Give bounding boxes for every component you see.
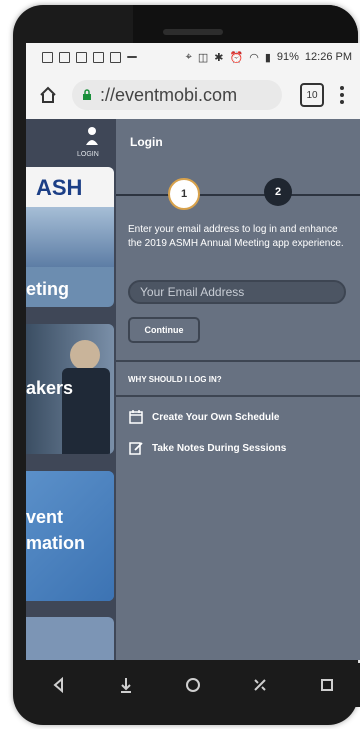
card-event-info[interactable]: vent mation <box>26 471 114 601</box>
alarm-icon: ⏰ <box>229 51 244 64</box>
step-2-label: 2 <box>274 186 282 198</box>
email-placeholder: Your Email Address <box>140 285 245 299</box>
login-instruction: Enter your email address to log in and e… <box>128 224 344 249</box>
user-icon <box>86 127 98 145</box>
square-icon[interactable] <box>316 674 338 696</box>
benefit-schedule-text: Create Your Own Schedule <box>152 411 280 423</box>
device-screen: ⌖ ◫ ✱ ⏰ ◠ ▮ 91% 12:26 PM ://eventmobi.co… <box>26 43 360 660</box>
login-mini-label: LOGIN <box>77 151 99 158</box>
messenger-icon <box>93 51 104 63</box>
system-navbar <box>26 663 360 707</box>
download-icon[interactable] <box>115 674 137 696</box>
card-meeting[interactable]: ASH eting <box>26 167 114 307</box>
time-text: 12:26 PM <box>304 51 352 63</box>
messenger-icon <box>76 51 87 63</box>
home-icon[interactable] <box>34 81 62 109</box>
dash-icon <box>127 55 137 58</box>
why-login-title: WHY SHOULD I LOG IN? <box>128 375 222 384</box>
step-1: 1 <box>168 178 200 210</box>
back-icon-svg <box>53 676 64 694</box>
status-bar: ⌖ ◫ ✱ ⏰ ◠ ▮ 91% 12:26 PM <box>26 43 360 71</box>
card-label-3a: vent <box>26 507 64 527</box>
status-right-icons: ⌖ ◫ ✱ ⏰ ◠ ▮ 91% 12:26 PM <box>186 51 352 64</box>
tools-icon-svg <box>254 679 266 691</box>
email-input[interactable]: Your Email Address <box>128 280 346 304</box>
nfc-icon: ◫ <box>197 51 209 64</box>
login-panel: Login 1 2 Enter your email address to lo… <box>116 119 360 660</box>
benefit-notes: Take Notes During Sessions <box>128 440 286 456</box>
card-speakers[interactable]: akers <box>26 324 114 454</box>
browser-address-bar: ://eventmobi.com 10 <box>26 71 360 119</box>
speaker-grille <box>163 29 223 35</box>
facebook-icon <box>42 51 53 63</box>
status-left-icons <box>42 51 137 63</box>
url-bar[interactable]: ://eventmobi.com <box>72 80 282 110</box>
home-icon-svg <box>185 678 200 692</box>
menu-dot <box>340 93 344 97</box>
step-2: 2 <box>264 178 292 206</box>
card-label-2: akers <box>26 378 74 398</box>
card-label-3b: mation <box>26 533 86 553</box>
signal-icon: ▮ <box>264 51 271 64</box>
benefit-schedule: Create Your Own Schedule <box>128 409 279 425</box>
wifi-icon: ◠ <box>249 51 259 64</box>
logo-text: ASH <box>36 175 83 200</box>
left-panel: LOGIN ASH eting akers vent mation <box>26 119 116 660</box>
calendar-icon <box>110 51 121 63</box>
divider-top <box>116 360 360 362</box>
tabs-icon[interactable]: 10 <box>300 83 324 107</box>
menu-dot <box>340 86 344 90</box>
progress-line <box>116 194 360 196</box>
lock-icon <box>83 89 91 100</box>
home-icon-svg <box>40 86 56 103</box>
benefit-notes-text: Take Notes During Sessions <box>152 442 287 454</box>
continue-button[interactable]: Continue <box>128 317 200 343</box>
menu-dot <box>340 100 344 104</box>
square-icon-svg <box>320 679 333 691</box>
home-icon[interactable] <box>182 674 204 696</box>
card-partial[interactable] <box>26 617 114 660</box>
calendar-icon <box>129 410 143 424</box>
back-icon[interactable] <box>48 674 70 696</box>
battery-text: 91% <box>276 51 299 63</box>
bluetooth-icon: ✱ <box>214 51 224 64</box>
divider-bottom <box>116 395 360 397</box>
left-header[interactable]: LOGIN <box>26 119 116 165</box>
url-text: ://eventmobi.com <box>100 84 238 105</box>
tools-icon[interactable] <box>249 674 271 696</box>
step-1-label: 1 <box>180 188 188 200</box>
login-title: Login <box>130 135 163 149</box>
speaker-head <box>70 340 100 370</box>
menu-icon[interactable] <box>340 86 344 104</box>
card-label-1: eting <box>26 279 69 299</box>
tab-count: 10 <box>306 89 318 101</box>
app-content: LOGIN ASH eting akers vent mation Login … <box>26 119 360 660</box>
edit-icon <box>129 442 143 455</box>
location-icon: ⌖ <box>185 50 192 63</box>
image-icon <box>59 51 70 63</box>
city-image <box>26 207 114 267</box>
download-icon-svg <box>121 678 132 693</box>
